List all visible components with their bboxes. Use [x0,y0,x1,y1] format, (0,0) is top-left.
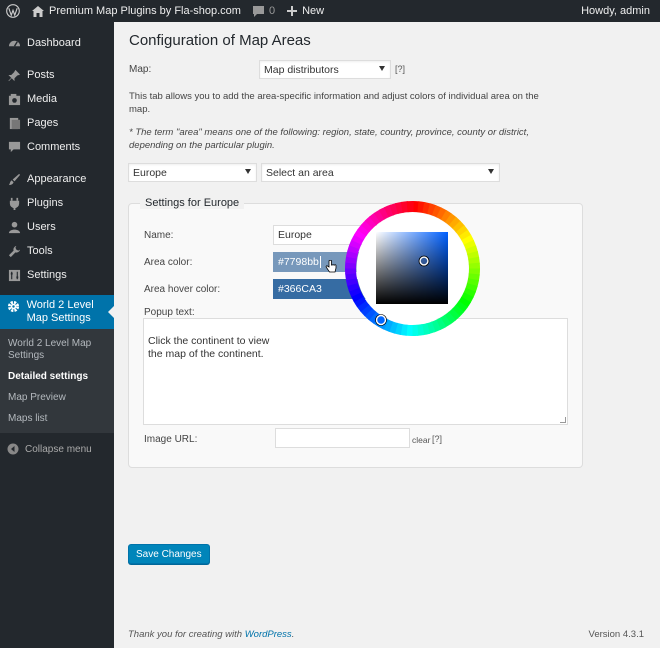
submenu: World 2 Level Map Settings Detailed sett… [0,329,114,433]
image-url-help-link[interactable]: [?] [432,434,442,444]
pages-icon [7,116,21,130]
hue-marker[interactable] [375,314,387,326]
sidebar-item-appearance[interactable]: Appearance [0,167,114,191]
hover-color-value: #366CA3 [278,283,322,295]
sidebar-item-label: Plugins [27,197,64,209]
sidebar-item-pages[interactable]: Pages [0,111,114,135]
collapse-arrow-icon [7,443,19,455]
sidebar-item-label: Appearance [27,173,87,185]
submenu-item-world-map-settings[interactable]: World 2 Level Map Settings [0,335,114,365]
popup-text-label: Popup text: [144,307,195,318]
area-select[interactable]: Select an area [261,163,500,182]
sidebar-item-label: World 2 Level Map Settings [26,299,94,324]
sidebar-item-world-map-settings[interactable]: World 2 Level Map Settings [0,295,114,329]
home-icon [32,5,44,17]
sidebar-item-label: Posts [27,69,55,81]
media-icon [7,92,21,106]
admin-bar: Premium Map Plugins by Fla-shop.com 0 Ne… [0,0,660,22]
settings-icon [7,268,21,282]
comments-icon [7,140,21,154]
sidebar-item-label: Comments [27,141,81,153]
footer-credit: Thank you for creating with WordPress. [128,629,294,640]
site-name: Premium Map Plugins by Fla-shop.com [49,5,241,17]
plugin-icon [7,196,21,210]
name-input-value: Europe [278,229,312,241]
area-color-value: #7798bb [278,256,319,268]
sidebar-item-label: Media [27,93,57,105]
area-color-label: Area color: [144,257,193,268]
color-picker[interactable] [345,201,480,336]
admin-sidebar: Dashboard Posts Media Pages Comments App… [0,22,114,648]
gear-icon [7,299,21,313]
map-select[interactable]: Map distributors [259,60,391,79]
sidebar-item-dashboard[interactable]: Dashboard [0,31,114,55]
image-url-label: Image URL: [144,434,198,445]
hover-color-label: Area hover color: [144,284,221,295]
dashboard-icon [7,36,21,50]
collapse-label: Collapse menu [25,443,92,455]
howdy-text: Howdy, admin [581,5,650,17]
map-label: Map: [129,64,152,75]
clear-link[interactable]: clear [412,435,430,445]
save-changes-label: Save Changes [136,548,202,560]
popup-text-value: Click the continent to view the map of t… [148,335,270,360]
sidebar-item-media[interactable]: Media [0,87,114,111]
wrench-icon [7,244,21,258]
sidebar-item-label: Settings [27,269,67,281]
resize-handle-icon[interactable] [560,417,566,423]
sidebar-item-label: Pages [27,117,59,129]
sidebar-item-settings[interactable]: Settings [0,263,114,287]
comment-bubble-icon [252,5,264,17]
new-label: New [302,5,325,17]
sidebar-item-tools[interactable]: Tools [0,239,114,263]
submenu-item-maps-list[interactable]: Maps list [0,410,114,428]
sidebar-item-label: Tools [27,245,53,257]
submenu-item-detailed-settings[interactable]: Detailed settings [0,368,114,386]
brush-icon [7,172,21,186]
region-select-value: Europe [133,166,167,179]
comments-link[interactable]: 0 [247,0,281,22]
sidebar-item-posts[interactable]: Posts [0,63,114,87]
region-select[interactable]: Europe [128,163,257,182]
chevron-down-icon [245,169,251,174]
save-changes-button[interactable]: Save Changes [128,544,210,564]
map-select-value: Map distributors [264,63,339,76]
version-text: Version 4.3.1 [588,629,644,640]
site-name-link[interactable]: Premium Map Plugins by Fla-shop.com [26,0,247,22]
sidebar-item-label: Dashboard [27,37,81,49]
new-content-link[interactable]: New [281,0,330,22]
area-select-value: Select an area [266,166,334,179]
color-wheel-icon[interactable] [345,201,480,336]
users-icon [7,220,21,234]
pin-icon [7,68,21,82]
submenu-item-map-preview[interactable]: Map Preview [0,389,114,407]
map-help-link[interactable]: [?] [395,64,405,74]
area-note: * The term "area" means one of the follo… [129,127,529,151]
footer-prefix: Thank you for creating with [128,629,245,640]
sidebar-item-users[interactable]: Users [0,215,114,239]
collapse-menu-button[interactable]: Collapse menu [0,437,114,461]
name-label: Name: [144,230,174,241]
page-title: Configuration of Map Areas [129,32,311,49]
panel-title: Settings for Europe [140,197,245,209]
image-url-input[interactable] [275,428,410,448]
wordpress-logo-icon[interactable] [0,0,26,22]
intro-text: This tab allows you to add the area-spec… [129,91,539,115]
chevron-down-icon [379,66,385,71]
plus-icon [287,6,298,16]
chevron-down-icon [488,169,494,174]
sidebar-item-comments[interactable]: Comments [0,135,114,159]
wordpress-link[interactable]: WordPress [245,629,292,640]
comments-count: 0 [268,5,276,17]
sidebar-item-plugins[interactable]: Plugins [0,191,114,215]
footer-suffix: . [291,629,295,640]
sidebar-item-label: Users [27,221,56,233]
hand-cursor-icon [325,259,337,277]
account-menu[interactable]: Howdy, admin [575,0,660,22]
